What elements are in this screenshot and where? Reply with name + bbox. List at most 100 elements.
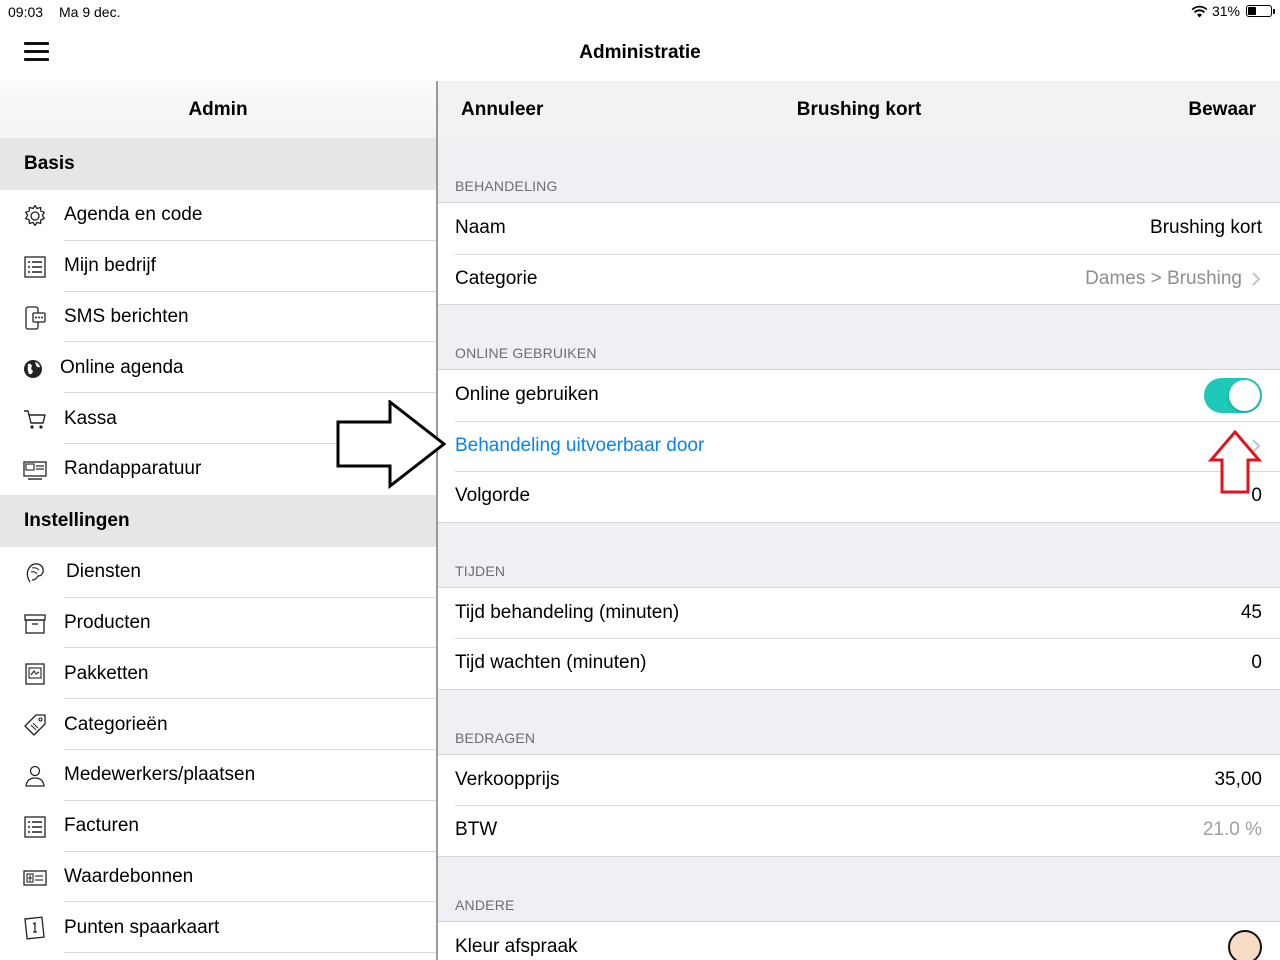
kleur-afspraak-color-swatch[interactable] [1228, 929, 1262, 960]
sidebar-item-facturen[interactable]: Facturen [0, 801, 436, 852]
row-tijd-behandeling[interactable]: Tijd behandeling (minuten) 45 [438, 588, 1280, 639]
cancel-button[interactable]: Annuleer [461, 99, 543, 121]
sidebar-item-waardebonnen[interactable]: Waardebonnen [0, 852, 436, 903]
row-tijd-wachten[interactable]: Tijd wachten (minuten) 0 [438, 638, 1280, 689]
sidebar-section-instellingen: Instellingen [0, 494, 436, 547]
naam-value: Brushing kort [1150, 217, 1262, 239]
sidebar-item-sms-berichten[interactable]: SMS berichten [0, 292, 436, 343]
hair-icon [26, 563, 44, 583]
group-tijden: Tijd behandeling (minuten) 45 Tijd wacht… [438, 586, 1280, 690]
group-header-online-gebruiken: ONLINE GEBRUIKEN [455, 345, 597, 361]
detail-pane: Annuleer Brushing kort Bewaar BEHANDELIN… [438, 81, 1280, 960]
row-label: Volgorde [455, 485, 531, 507]
sidebar-item-label: Medewerkers/plaatsen [64, 764, 256, 786]
chevron-right-icon [1252, 439, 1261, 453]
behandeling-uitvoerbaar-door-link[interactable]: Behandeling uitvoerbaar door [455, 435, 704, 457]
sidebar-item-medewerkers-plaatsen[interactable]: Medewerkers/plaatsen [0, 750, 436, 801]
gear-icon [25, 204, 45, 227]
row-label: Online gebruiken [455, 384, 599, 406]
group-header-behandeling: BEHANDELING [455, 178, 558, 194]
row-label: Kleur afspraak [455, 935, 578, 957]
row-behandeling-uitvoerbaar-door[interactable]: Behandeling uitvoerbaar door [438, 420, 1280, 472]
status-bar: 09:03 Ma 9 dec. 31% [0, 0, 1280, 24]
sidebar-item-label: SMS berichten [64, 305, 189, 327]
sidebar-item-online-agenda[interactable]: Online agenda [0, 342, 436, 394]
group-behandeling: Naam Brushing kort Categorie Dames > Bru… [438, 202, 1280, 305]
sidebar-item-label: Pakketten [64, 662, 149, 684]
battery-percentage: 31% [1211, 3, 1240, 19]
sidebar-item-label: Kassa [64, 407, 117, 429]
group-online-gebruiken: Online gebruiken Behandeling uitvoerbaar… [438, 369, 1280, 523]
status-time: 09:03 [8, 4, 44, 20]
sidebar-item-label: Producten [64, 611, 151, 633]
package-icon [25, 663, 45, 686]
verkoopprijs-value: 35,00 [1214, 768, 1262, 790]
voucher-icon [23, 869, 47, 886]
devices-icon [23, 461, 47, 480]
sidebar-title: Admin [0, 81, 436, 138]
sidebar-item-label: Randapparatuur [64, 458, 202, 480]
list-icon [24, 816, 46, 838]
row-label: Verkoopprijs [455, 768, 560, 790]
tag-icon [24, 714, 46, 736]
sidebar-item-punten-spaarkaart[interactable]: Punten spaarkaart [0, 902, 436, 954]
sidebar-item-label: Diensten [66, 561, 141, 583]
group-header-tijden: TIJDEN [455, 562, 506, 579]
sidebar-item-mijn-bedrijf[interactable]: Mijn bedrijf [0, 241, 436, 292]
sidebar-item-producten[interactable]: Producten [0, 598, 436, 649]
cart-icon [24, 410, 46, 429]
group-header-bedragen: BEDRAGEN [455, 729, 536, 746]
sidebar-item-randapparatuur[interactable]: Randapparatuur [0, 444, 436, 495]
tijd-wachten-value: 0 [1251, 652, 1262, 674]
card-icon [24, 916, 45, 940]
group-andere: Kleur afspraak [438, 920, 1280, 960]
sidebar-item-pakketten[interactable]: Pakketten [0, 648, 436, 700]
group-header-andere: ANDERE [455, 896, 515, 913]
btw-value: 21.0 % [1202, 819, 1262, 841]
person-icon [25, 765, 45, 787]
app-title: Administratie [579, 42, 701, 63]
list-icon [24, 256, 46, 278]
wifi-icon [1191, 5, 1208, 17]
sidebar-item-label: Waardebonnen [64, 865, 194, 887]
save-button[interactable]: Bewaar [1188, 99, 1256, 121]
sidebar-item-agenda-en-code[interactable]: Agenda en code [0, 190, 436, 241]
chevron-right-icon [1252, 272, 1261, 286]
sidebar-item-label: Punten spaarkaart [64, 916, 220, 938]
row-volgorde[interactable]: Volgorde 0 [438, 471, 1280, 522]
globe-icon [24, 360, 42, 379]
sidebar: Admin Basis Agenda en code Mijn bedrijf … [0, 81, 436, 960]
battery-icon [1246, 5, 1275, 17]
categorie-value: Dames > Brushing [1085, 267, 1242, 289]
group-bedragen: Verkoopprijs 35,00 BTW 21.0 % [438, 753, 1280, 857]
row-kleur-afspraak[interactable]: Kleur afspraak [438, 922, 1280, 960]
row-online-gebruiken: Online gebruiken [438, 370, 1280, 421]
sidebar-item-label: Mijn bedrijf [64, 255, 156, 277]
sidebar-item-label: Facturen [64, 815, 139, 837]
tijd-behandeling-value: 45 [1240, 601, 1262, 623]
sidebar-section-basis: Basis [0, 138, 436, 190]
online-gebruiken-toggle[interactable] [1204, 377, 1262, 413]
phone-message-icon [25, 305, 46, 330]
row-label: BTW [455, 819, 498, 841]
row-label: Tijd wachten (minuten) [455, 652, 647, 674]
sidebar-item-kassa[interactable]: Kassa [0, 393, 436, 444]
row-label: Naam [455, 217, 506, 239]
app-top-bar: Administratie [0, 24, 1280, 81]
row-verkoopprijs[interactable]: Verkoopprijs 35,00 [438, 755, 1280, 806]
detail-title: Brushing kort [796, 99, 922, 120]
row-naam[interactable]: Naam Brushing kort [438, 203, 1280, 254]
sidebar-item-categorieen[interactable]: Categorieën [0, 699, 436, 750]
status-date: Ma 9 dec. [59, 4, 121, 20]
sidebar-item-label: Agenda en code [64, 204, 203, 226]
status-right: 31% [1191, 3, 1275, 19]
volgorde-value: 0 [1251, 485, 1262, 507]
row-label: Tijd behandeling (minuten) [455, 601, 680, 623]
row-label: Categorie [455, 267, 538, 289]
detail-nav-bar: Annuleer Brushing kort Bewaar [438, 81, 1280, 138]
sidebar-item-label: Categorieën [64, 713, 168, 735]
row-btw[interactable]: BTW 21.0 % [438, 805, 1280, 856]
sidebar-item-diensten[interactable]: Diensten [0, 547, 436, 598]
row-categorie[interactable]: Categorie Dames > Brushing [438, 253, 1280, 305]
box-icon [24, 613, 46, 634]
